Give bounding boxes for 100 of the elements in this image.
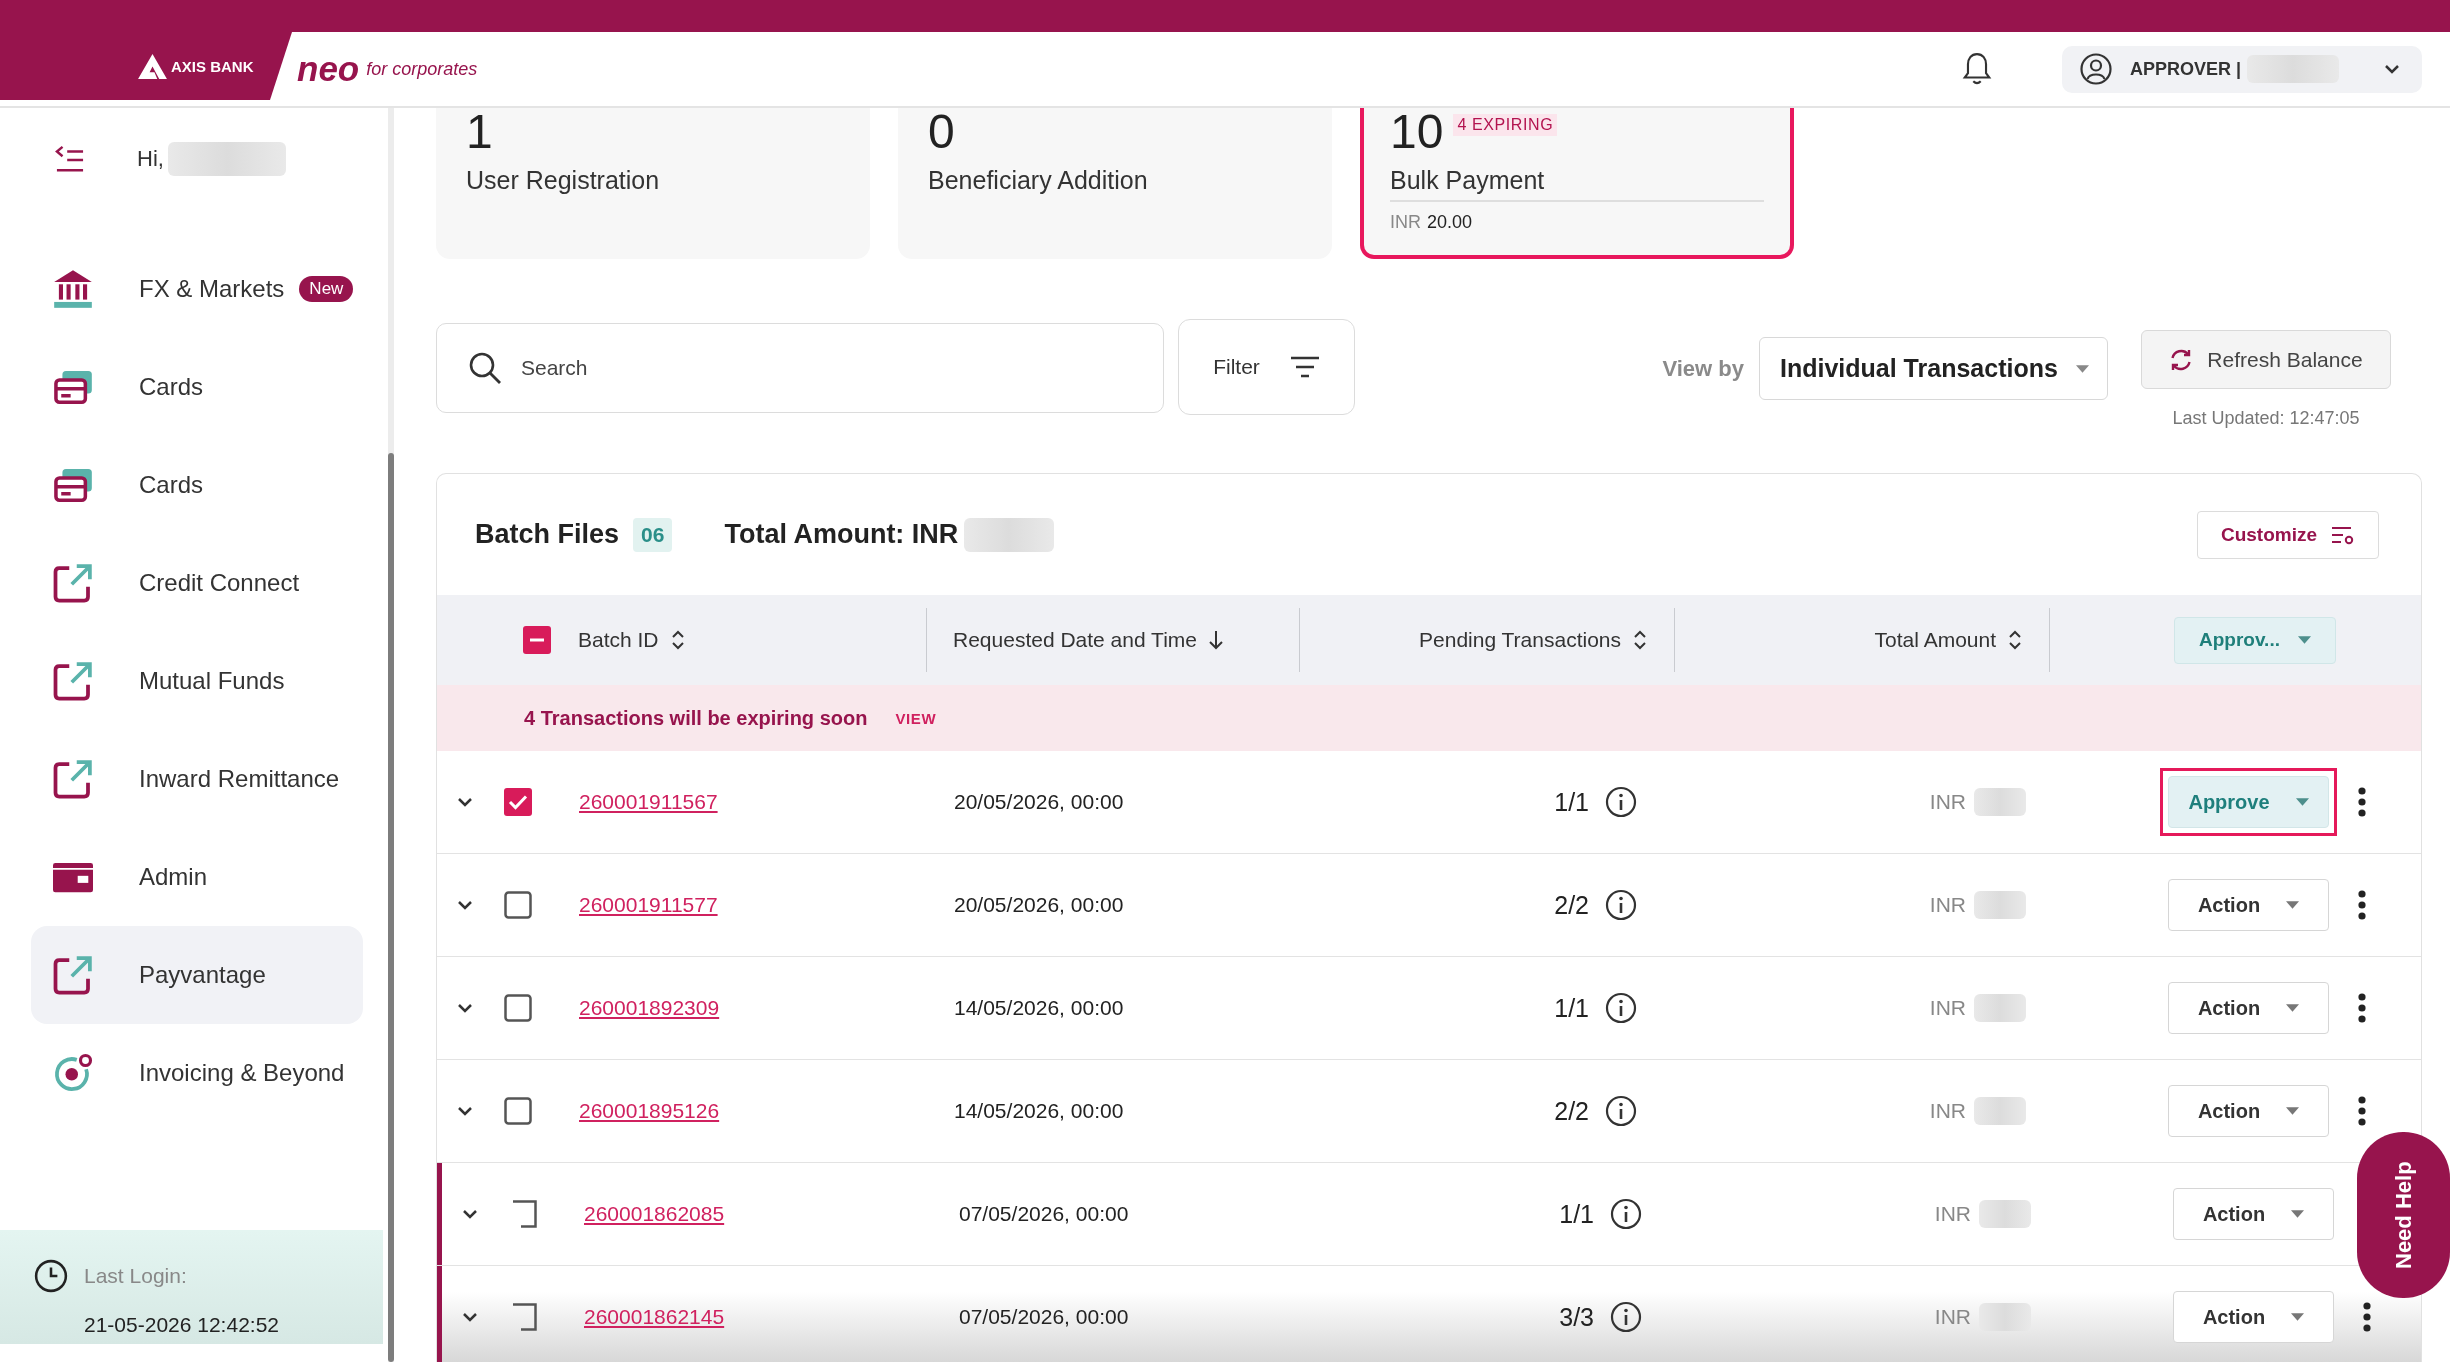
search-field[interactable]: Search [436, 323, 1164, 413]
column-header[interactable]: Total Amount [1874, 628, 1996, 652]
menu-collapse-icon[interactable] [55, 145, 85, 173]
bell-icon[interactable] [1962, 52, 1992, 86]
chevron-down-icon[interactable] [461, 1208, 479, 1220]
chevron-down-icon[interactable] [456, 899, 474, 911]
currency-text: INR [1929, 893, 1966, 917]
action-dropdown[interactable]: Action [2168, 982, 2329, 1034]
table-title: Batch Files [475, 519, 620, 550]
currency-text: INR [1929, 1099, 1966, 1123]
sidebar-item[interactable]: Payvantage [31, 926, 363, 1024]
view-by-label: View by [1662, 356, 1744, 382]
table-cell: 1/1 [1559, 1199, 1594, 1229]
column-header[interactable]: Batch ID [578, 628, 659, 652]
sidebar-item[interactable]: Cards [31, 338, 363, 436]
batch-id-link[interactable]: 260001911567 [579, 790, 718, 814]
banner-text: 4 Transactions will be expiring soon [524, 706, 868, 730]
batch-id-link[interactable]: 260001892309 [579, 996, 720, 1020]
new-badge: New [299, 276, 354, 302]
caret-down-icon [2291, 1210, 2305, 1218]
info-icon[interactable] [1605, 889, 1637, 921]
batch-id-link[interactable]: 260001862085 [584, 1202, 725, 1226]
view-by-dropdown[interactable]: Individual Transactions [1759, 337, 2108, 400]
sidebar-item[interactable]: Admin [31, 828, 363, 926]
filter-button[interactable]: Filter [1178, 319, 1355, 415]
chevron-down-icon[interactable] [461, 1311, 479, 1323]
blurred-text [1974, 891, 2026, 919]
caret-down-icon [2297, 636, 2311, 644]
column-header[interactable]: Pending Transactions [1419, 628, 1621, 652]
checkbox[interactable] [504, 1097, 532, 1125]
currency-text: INR [1929, 790, 1966, 814]
checkbox[interactable] [504, 994, 532, 1022]
chevron-down-icon[interactable] [456, 796, 474, 808]
chevron-down-icon[interactable] [456, 1105, 474, 1117]
currency-text: INR [1390, 212, 1421, 233]
chevron-down-icon[interactable] [456, 1002, 474, 1014]
batch-id-link[interactable]: 260001911577 [579, 893, 718, 917]
checkbox[interactable] [504, 788, 532, 816]
currency-text: INR [1929, 996, 1966, 1020]
action-dropdown[interactable]: Approve [2168, 776, 2329, 828]
select-all-checkbox[interactable] [523, 626, 551, 654]
sort-icon[interactable] [2006, 629, 2024, 651]
need-help-button[interactable]: Need Help [2357, 1132, 2450, 1298]
expiring-badge: 4 EXPIRING [1453, 114, 1558, 136]
blurred-text [1979, 1200, 2031, 1228]
sidebar-item[interactable]: FX & Markets New [31, 240, 363, 338]
count-text: 10 [1390, 108, 1444, 156]
caret-down-icon [2286, 1004, 2300, 1012]
sidebar-item[interactable]: Cards [31, 436, 363, 534]
action-dropdown[interactable]: Action [2168, 879, 2329, 931]
last-login-label: Last Login: [84, 1264, 188, 1288]
info-icon[interactable] [1610, 1198, 1642, 1230]
more-options-icon[interactable] [2357, 786, 2367, 818]
bank-building-icon [53, 269, 93, 309]
external-link-icon [53, 563, 93, 603]
more-options-icon[interactable] [2357, 992, 2367, 1024]
greeting: Hi, [137, 146, 164, 172]
more-options-icon[interactable] [2362, 1301, 2372, 1333]
user-icon [2080, 53, 2112, 85]
sidebar-item[interactable]: Credit Connect [31, 534, 363, 632]
scrollbar-thumb[interactable] [388, 453, 394, 1362]
card-label: Beneficiary Addition [928, 165, 1149, 196]
sort-icon[interactable] [1631, 629, 1649, 651]
action-dropdown[interactable]: Action [2173, 1291, 2334, 1343]
bank-name: AXIS BANK [171, 57, 254, 75]
batch-id-link[interactable]: 260001895126 [579, 1099, 720, 1123]
bulk-action-dropdown[interactable]: Approv... [2174, 616, 2336, 664]
view-link[interactable]: VIEW [895, 709, 937, 727]
customize-button[interactable]: Customize [2197, 510, 2379, 559]
checkbox[interactable] [504, 891, 532, 919]
batch-id-link[interactable]: 260001862145 [584, 1305, 725, 1329]
info-icon[interactable] [1610, 1301, 1642, 1333]
external-link-icon [53, 759, 93, 799]
summary-card[interactable]: 1 User Registration [436, 108, 870, 259]
action-dropdown[interactable]: Action [2173, 1188, 2334, 1240]
more-options-icon[interactable] [2357, 889, 2367, 921]
sidebar-item[interactable]: Mutual Funds [31, 632, 363, 730]
user-menu-button[interactable]: APPROVER | [2062, 45, 2422, 93]
info-icon[interactable] [1605, 992, 1637, 1024]
sort-descending-icon[interactable] [1207, 629, 1225, 651]
more-options-icon[interactable] [2357, 1095, 2367, 1127]
summary-card[interactable]: 10 4 EXPIRING Bulk Payment INR 20.00 [1360, 108, 1794, 259]
card-label: Bulk Payment [1390, 164, 1764, 202]
table-cell: 2/2 [1554, 890, 1589, 920]
info-icon[interactable] [1605, 786, 1637, 818]
column-header[interactable]: Requested Date and Time [953, 628, 1197, 652]
caret-down-icon [2291, 1313, 2305, 1321]
caret-down-icon [2295, 798, 2309, 806]
external-link-icon [53, 661, 93, 701]
info-icon[interactable] [1605, 1095, 1637, 1127]
table-cell-text: 20/05/2026, 00:00 [953, 893, 1124, 917]
refresh-balance-button[interactable]: Refresh Balance [2141, 330, 2391, 389]
table-cell: 3/3 [1559, 1302, 1594, 1332]
sidebar-item[interactable]: Invoicing & Beyond [31, 1024, 363, 1122]
action-dropdown[interactable]: Action [2168, 1085, 2329, 1137]
triangle-logo-icon [138, 53, 167, 79]
count-text: 0 [928, 108, 955, 156]
summary-card[interactable]: 0 Beneficiary Addition [898, 108, 1332, 259]
sidebar-item[interactable]: Inward Remittance [31, 730, 363, 828]
table-cell-text: 07/05/2026, 00:00 [958, 1202, 1129, 1226]
